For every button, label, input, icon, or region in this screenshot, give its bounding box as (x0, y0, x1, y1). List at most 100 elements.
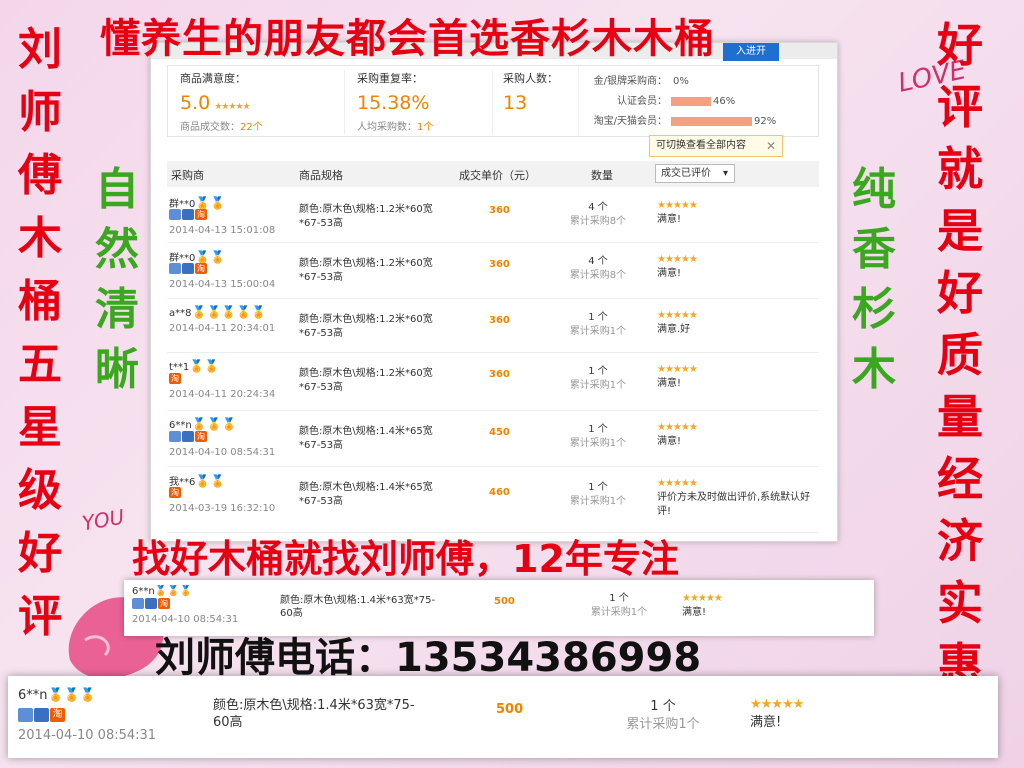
buyer: 6**n🏅🏅🏅 (169, 417, 237, 431)
tooltip-text: 可切换查看全部内容 (656, 140, 746, 151)
vchar: 星 (18, 402, 62, 453)
badge-group: 淘 (132, 598, 171, 609)
unit-price: 360 (489, 315, 510, 326)
rating-stars-icon: ★★★★★ (657, 254, 698, 265)
rating: ★★★★★ 满意! (657, 199, 817, 227)
badge-group: 淘 (169, 431, 208, 442)
sort-select[interactable]: 成交已评价 ▾ (655, 164, 735, 183)
buyer: 我**6🏅🏅 (169, 473, 225, 488)
buyer: 群**0🏅🏅 (169, 195, 225, 210)
purchase-date: 2014-04-11 20:34:01 (169, 323, 276, 334)
vchar: 傅 (18, 150, 62, 201)
view-all-tooltip: 可切换查看全部内容 ✕ (649, 135, 783, 157)
repeat-rate-stat: 采购重复率： 15.38% 人均采购数：1个 (344, 70, 484, 134)
rating-stars-icon: ★★★★★ (682, 593, 723, 604)
close-icon[interactable]: ✕ (766, 136, 776, 156)
quantity: 4 个累计采购8个 (563, 255, 633, 283)
table-row: 群**0🏅🏅 淘 2014-04-13 15:00:04 颜色:原木色\规格:1.2米… (167, 243, 819, 299)
qty-value: 4 个 (588, 202, 608, 213)
unit-price: 360 (489, 205, 510, 216)
rating-comment: 满意! (657, 436, 682, 447)
phone-number: 刘师傅电话：13534386998 (155, 635, 702, 681)
ratio-row-certified: 认证会员： 46% (585, 92, 735, 108)
vchar: 刘 (18, 24, 62, 75)
verified-icon (182, 263, 194, 274)
buyers-stat: 采购人数： 13 (492, 70, 576, 134)
product-spec: 颜色:原木色\规格:1.2米*60宽*67-53高 (299, 314, 433, 339)
vchar: 是 (937, 204, 983, 258)
taobao-icon: 淘 (195, 209, 207, 220)
table-row: a**8🏅🏅🏅🏅🏅 2014-04-11 20:34:01 颜色:原木色\规格:1.… (167, 299, 819, 353)
vchar: 木 (18, 213, 62, 264)
qty-cumulative: 累计采购1个 (569, 496, 627, 507)
header-buyer: 采购商 (171, 169, 204, 182)
ratio-bar (671, 96, 711, 106)
zoom-rating: ★★★★★ 满意! (750, 696, 804, 732)
avg-value: 1个 (417, 122, 434, 133)
vchar: 量 (937, 390, 983, 444)
vchar: 好 (937, 18, 983, 72)
vchar: 纯 (852, 164, 896, 215)
avg-label: 人均采购数： (357, 122, 417, 133)
right-vertical-text: 好 评 就 是 好 质 量 经 济 实 惠 (930, 14, 990, 696)
buyer-name: a**8 (169, 308, 192, 319)
taobao-icon: 淘 (169, 487, 181, 498)
badge-group: 淘 (169, 487, 182, 498)
rating-stars-icon: ★★★★★ (657, 310, 698, 321)
badge-group: 淘 (169, 209, 208, 220)
qty-value: 1 个 (609, 593, 629, 604)
quantity: 4 个累计采购8个 (563, 201, 633, 229)
vchar: 师 (18, 87, 62, 138)
qty-cumulative: 累计采购1个 (569, 326, 627, 337)
buyer: 群**0🏅🏅 (169, 249, 225, 264)
vchar: 好 (937, 266, 983, 320)
buyer: t**1🏅🏅 (169, 359, 219, 373)
rating: ★★★★★ 满意! (657, 253, 817, 281)
rating-comment: 满意! (657, 268, 682, 279)
verified-icon (145, 598, 157, 609)
qty-value: 1 个 (588, 424, 608, 435)
vchar: 清 (95, 284, 139, 335)
member-icon (18, 708, 33, 722)
unit-price: 450 (489, 427, 510, 438)
reviews-panel: 入进开 商品满意度： 5.0 ★★★★★ 商品成交数：22个 采购重复率： 15.… (150, 42, 838, 542)
repeat-value: 15.38% (357, 92, 430, 114)
zoom-qty: 1 个 累计采购1个 (574, 592, 664, 620)
qty-value: 1 个 (650, 699, 676, 714)
zoom-date: 2014-04-10 08:54:31 (132, 614, 239, 625)
vchar: 好 (18, 528, 62, 579)
verified-icon (182, 431, 194, 442)
buyers-value: 13 (503, 92, 528, 114)
rating: ★★★★★ 满意! (657, 421, 817, 449)
unit-price: 360 (489, 369, 510, 380)
rating-comment: 满意! (750, 715, 782, 731)
medal-icons: 🏅🏅🏅 (191, 417, 237, 431)
qty-cumulative: 累计采购1个 (590, 607, 648, 618)
vchar: 五 (18, 339, 62, 390)
badge-group: 淘 (169, 373, 182, 384)
ratio-value: 92% (754, 116, 777, 127)
rating-comment: 满意! (657, 378, 682, 389)
rating-stars-icon: ★★★★★ (657, 200, 698, 211)
qty-value: 1 个 (588, 312, 608, 323)
rating-stars-icon: ★★★★★ (657, 364, 698, 375)
product-spec: 颜色:原木色\规格:1.2米*60宽*67-53高 (299, 258, 433, 283)
qty-cumulative: 累计采购1个 (626, 717, 700, 733)
quantity: 1 个累计采购1个 (563, 481, 633, 509)
deals-label: 商品成交数： (180, 122, 240, 133)
purchase-date: 2014-04-10 08:54:31 (169, 447, 276, 458)
purchase-date: 2014-03-19 16:32:10 (169, 503, 276, 514)
vchar: 就 (937, 142, 983, 196)
qty-value: 1 个 (588, 482, 608, 493)
rating-comment: 满意! (682, 607, 707, 618)
ratio-label: 淘宝/天猫会员： (593, 116, 667, 127)
zoom-spec: 颜色:原木色\规格:1.4米*63宽*75-60高 (280, 595, 436, 619)
taobao-icon: 淘 (50, 708, 65, 722)
badge-group: 淘 (169, 263, 208, 274)
satisfaction-number: 5.0 (180, 92, 211, 114)
rating-comment: 评价方未及时做出评价,系统默认好评! (657, 492, 811, 517)
zoom-price: 500 (494, 596, 515, 607)
zoom-rating: ★★★★★ 满意! (682, 592, 723, 620)
qty-value: 1 个 (588, 366, 608, 377)
taobao-icon: 淘 (169, 373, 181, 384)
